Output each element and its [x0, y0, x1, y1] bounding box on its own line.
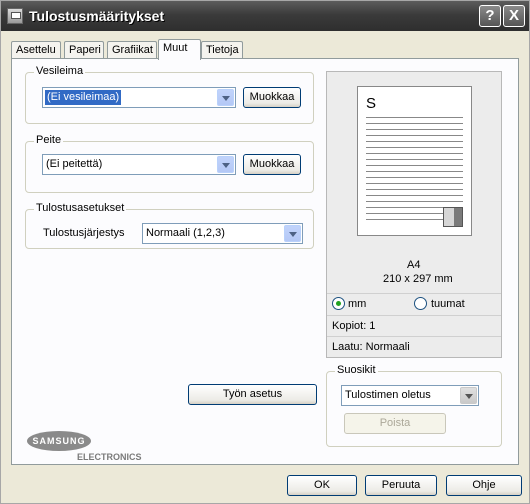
delete-favorite-button[interactable]: Poista: [344, 413, 446, 434]
overlay-edit-button[interactable]: Muokkaa: [243, 154, 301, 175]
tab-grafiikat[interactable]: Grafiikat: [107, 41, 157, 59]
layout-thumbnail-icon: [443, 207, 463, 227]
tab-asettelu[interactable]: Asettelu: [11, 41, 61, 59]
samsung-logo: SAMSUNG ELECTRONICS: [27, 431, 142, 462]
watermark-edit-button[interactable]: Muokkaa: [243, 87, 301, 108]
chevron-down-icon[interactable]: [217, 89, 234, 106]
favorites-group-label: Suosikit: [335, 364, 378, 376]
favorites-group: Suosikit: [326, 364, 502, 447]
copies-info: Kopiot: 1: [332, 320, 376, 332]
chevron-down-icon[interactable]: [217, 156, 234, 173]
overlay-select[interactable]: (Ei peitettä): [42, 154, 236, 175]
quality-info: Laatu: Normaali: [332, 341, 410, 353]
unit-mm-radio[interactable]: [332, 297, 345, 310]
watermark-select[interactable]: (Ei vesileimaa): [42, 87, 236, 108]
tab-paperi[interactable]: Paperi: [64, 41, 104, 59]
samsung-logo-oval: SAMSUNG: [27, 431, 91, 451]
help-title-button[interactable]: ?: [479, 5, 501, 27]
print-order-select[interactable]: Normaali (1,2,3): [142, 223, 303, 244]
job-settings-button[interactable]: Työn asetus: [188, 384, 317, 405]
print-order-label: Tulostusjärjestys: [43, 227, 125, 239]
page-letter: S: [366, 95, 377, 112]
close-button[interactable]: X: [503, 5, 525, 27]
overlay-group-label: Peite: [34, 134, 64, 146]
favorites-select-value: Tulostimen oletus: [345, 389, 431, 401]
window-title: Tulostusmääritykset: [29, 8, 165, 24]
output-group-label: Tulostusasetukset: [34, 202, 127, 214]
printer-icon: [7, 8, 23, 24]
watermark-select-value: (Ei vesileimaa): [45, 90, 122, 105]
ok-button[interactable]: OK: [287, 475, 357, 496]
chevron-down-icon[interactable]: [284, 225, 301, 242]
cancel-button[interactable]: Peruuta: [365, 475, 437, 496]
unit-mm-label: mm: [348, 298, 367, 310]
unit-inch-radio[interactable]: [414, 297, 427, 310]
print-preview: S A4 210 x 297 mm mm tuumat Kopiot: 1 La…: [326, 71, 502, 358]
watermark-group-label: Vesileima: [34, 65, 86, 77]
quality-row: Laatu: Normaali: [327, 336, 501, 356]
help-button[interactable]: Ohje: [446, 475, 522, 496]
unit-row: mm tuumat: [327, 293, 501, 313]
favorites-select[interactable]: Tulostimen oletus: [341, 385, 479, 406]
samsung-logo-subtitle: ELECTRONICS: [77, 452, 142, 462]
copies-row: Kopiot: 1: [327, 315, 501, 335]
overlay-select-value: (Ei peitettä): [46, 158, 103, 170]
paper-name: A4: [407, 259, 421, 271]
print-order-value: Normaali (1,2,3): [146, 227, 225, 239]
paper-size: 210 x 297 mm: [383, 273, 453, 285]
page-preview: S: [357, 86, 472, 236]
tab-tietoja[interactable]: Tietoja: [201, 41, 243, 59]
unit-inch-label: tuumat: [431, 298, 465, 310]
print-preferences-dialog: Tulostusmääritykset ? X Asettelu Paperi …: [0, 0, 530, 504]
title-bar[interactable]: Tulostusmääritykset ? X: [1, 1, 529, 31]
tab-muut[interactable]: Muut: [158, 39, 201, 60]
chevron-down-icon[interactable]: [460, 387, 477, 404]
